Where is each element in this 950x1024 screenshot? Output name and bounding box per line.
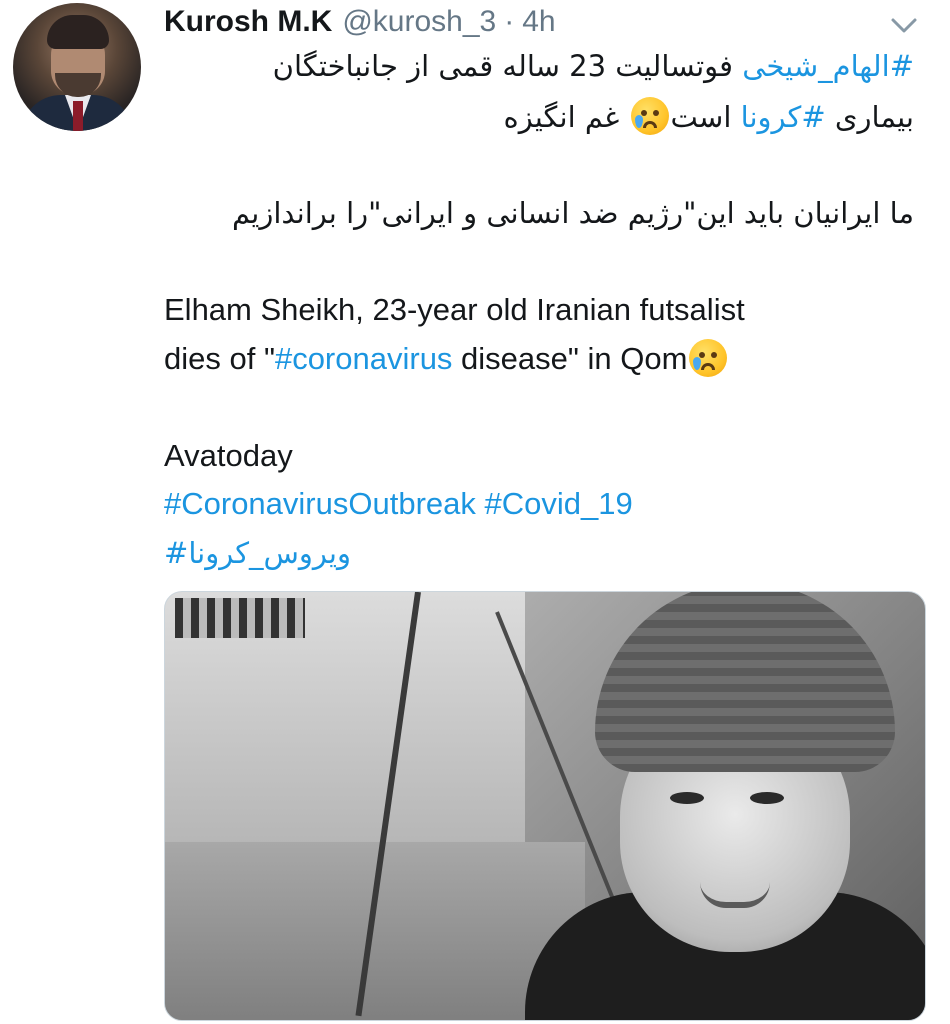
tweet-meta: @kurosh_3 · 4h xyxy=(342,5,555,39)
crying-face-icon xyxy=(630,97,669,135)
tweet-line-en-1: Elham Sheikh, 23-year old Iranian futsal… xyxy=(164,292,745,327)
tweet-text: فوتسالیت 23 ساله قمی از جانباختگان xyxy=(272,49,743,83)
hashtag-line-fa: #ویروس_کرونا xyxy=(164,533,351,573)
hashtag-coronavirus-outbreak[interactable]: #CoronavirusOutbreak xyxy=(164,486,476,521)
tweet-text: dies of " xyxy=(164,341,275,376)
chevron-down-icon[interactable] xyxy=(887,10,921,40)
author-handle[interactable]: @kurosh_3 xyxy=(342,5,496,38)
tweet-text: است xyxy=(670,100,741,134)
tweet-line-fa-1: #الهام_شیخی فوتسالیت 23 ساله قمی از جانب… xyxy=(273,46,914,86)
hashtag-covid-19[interactable]: #Covid_19 xyxy=(485,486,633,521)
tweet-photo[interactable] xyxy=(164,591,926,1021)
source-text: Avatoday xyxy=(164,438,293,473)
hashtag-line: #CoronavirusOutbreak #Covid_19 xyxy=(164,484,633,524)
tweet-line-en-2: dies of "#coronavirus disease" in Qom xyxy=(164,339,729,379)
crying-face-icon xyxy=(689,339,728,377)
hashtag-corona-fa[interactable]: #کرونا xyxy=(741,100,826,134)
tweet-line-fa-3: ما ایرانیان باید این"رژیم ضد انسانی و ای… xyxy=(232,196,914,230)
hashtag-elham-sheikhi[interactable]: #الهام_شیخی xyxy=(742,49,914,83)
hashtag-coronavirus[interactable]: #coronavirus xyxy=(275,341,452,376)
tweet-line-fa-2: بیماری #کرونا است غم انگیزه xyxy=(504,97,914,137)
tweet-header: Kurosh M.K @kurosh_3 · 4h xyxy=(164,2,556,42)
hashtag-virus-corona[interactable]: #ویروس_کرونا xyxy=(164,536,351,570)
tweet-text: غم انگیزه xyxy=(503,100,629,134)
avatar[interactable] xyxy=(13,3,141,131)
separator: · xyxy=(504,5,515,38)
author-name[interactable]: Kurosh M.K xyxy=(164,5,332,39)
tweet-text: بیماری xyxy=(825,100,914,134)
tweet-text: disease" in Qom xyxy=(452,341,688,376)
tweet-time[interactable]: 4h xyxy=(522,5,555,38)
